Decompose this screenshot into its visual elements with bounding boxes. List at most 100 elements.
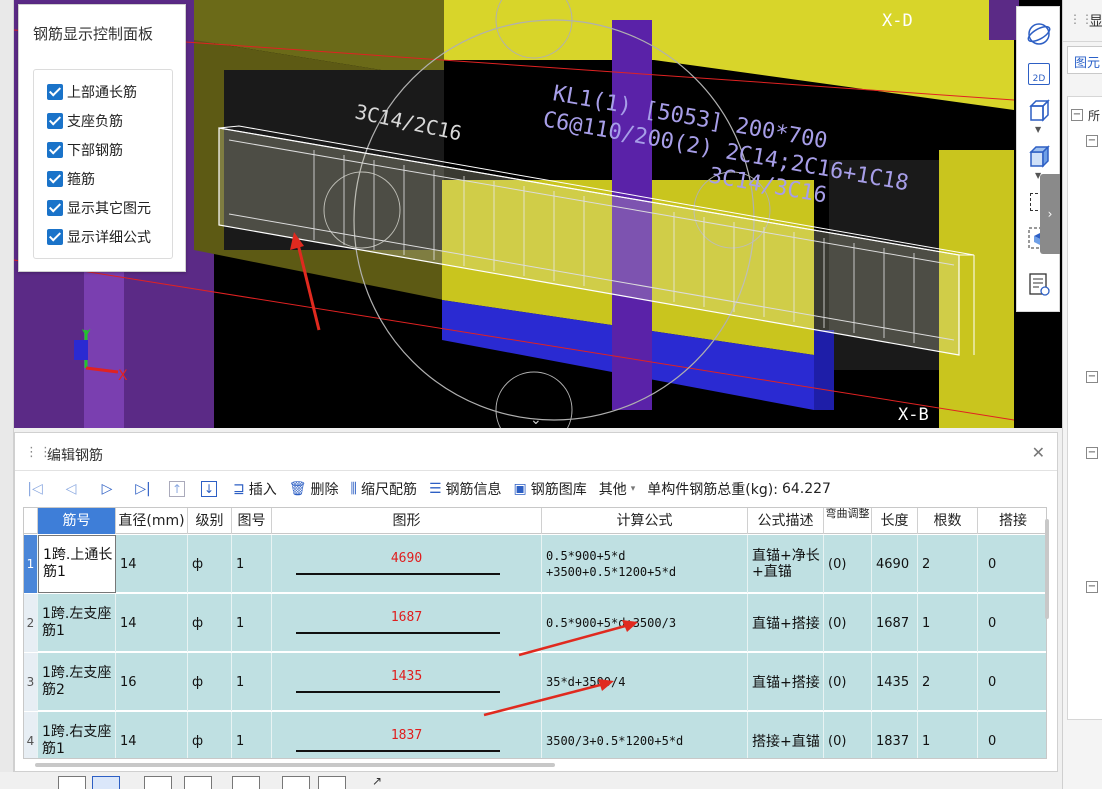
col-header-grade[interactable]: 级别 xyxy=(188,508,232,534)
collapse-panel-button[interactable]: › xyxy=(1040,174,1060,254)
diameter-cell[interactable]: 16 xyxy=(116,653,188,711)
tool-button[interactable] xyxy=(144,776,172,789)
table-row[interactable]: 1 1跨.上通长筋1 14 ф 1 4690 0.5*900+5*d +3500… xyxy=(24,535,1046,593)
collapse-icon[interactable]: − xyxy=(1086,581,1098,593)
fig-no-cell[interactable]: 1 xyxy=(232,653,272,711)
last-record-icon[interactable]: ▷| xyxy=(133,481,153,497)
table-row[interactable]: 2 1跨.左支座筋1 14 ф 1 1687 0.5*900+5*d+3500/… xyxy=(24,594,1046,652)
col-header-formula-desc[interactable]: 公式描述 xyxy=(748,508,824,534)
lap-cell[interactable]: 0 xyxy=(978,712,1046,758)
diameter-cell[interactable]: 14 xyxy=(116,594,188,652)
formula-desc-cell[interactable]: 直锚+搭接 xyxy=(748,594,824,652)
tool-button[interactable] xyxy=(282,776,310,789)
formula-cell[interactable]: 0.5*900+5*d +3500+0.5*1200+5*d xyxy=(542,535,748,593)
col-header-lap[interactable]: 搭接 xyxy=(978,508,1046,534)
bar-name-cell[interactable]: 1跨.左支座筋1 xyxy=(38,594,116,652)
chevron-down-icon[interactable]: ⌄ xyxy=(530,412,542,428)
rebar-info-button[interactable]: ☰ 钢筋信息 xyxy=(429,479,502,499)
formula-desc-cell[interactable]: 搭接+直锚 xyxy=(748,712,824,758)
formula-cell[interactable]: 0.5*900+5*d+3500/3 xyxy=(542,594,748,652)
rebar-library-button[interactable]: ▣ 钢筋图库 xyxy=(514,479,587,499)
option-top-continuous[interactable]: 上部通长筋 xyxy=(47,82,137,102)
expand-icon[interactable]: ↗ xyxy=(372,774,382,788)
grade-cell[interactable]: ф xyxy=(188,594,232,652)
fig-no-cell[interactable]: 1 xyxy=(232,535,272,593)
formula-cell[interactable]: 3500/3+0.5*1200+5*d xyxy=(542,712,748,758)
diameter-cell[interactable]: 14 xyxy=(116,535,188,593)
option-show-formula[interactable]: 显示详细公式 xyxy=(47,227,151,247)
formula-desc-cell[interactable]: 直锚+净长+直锚 xyxy=(748,535,824,593)
vertical-scrollbar[interactable] xyxy=(1045,519,1049,619)
horizontal-scrollbar[interactable] xyxy=(35,763,555,767)
tool-button[interactable] xyxy=(58,776,86,789)
tab-elements[interactable]: 图元 xyxy=(1067,46,1102,74)
lap-cell[interactable]: 0 xyxy=(978,594,1046,652)
col-header-shape[interactable]: 图形 xyxy=(272,508,542,534)
length-cell[interactable]: 1435 xyxy=(872,653,918,711)
diameter-cell[interactable]: 14 xyxy=(116,712,188,758)
tool-button[interactable] xyxy=(184,776,212,789)
formula-cell[interactable]: 35*d+3500/4 xyxy=(542,653,748,711)
checkbox-checked-icon[interactable] xyxy=(47,229,63,245)
length-cell[interactable]: 1837 xyxy=(872,712,918,758)
formula-desc-cell[interactable]: 直锚+搭接 xyxy=(748,653,824,711)
option-support-negative[interactable]: 支座负筋 xyxy=(47,111,123,131)
list-view-icon[interactable] xyxy=(1024,269,1054,299)
first-record-icon[interactable]: |◁ xyxy=(25,481,45,497)
table-row[interactable]: 4 1跨.右支座筋1 14 ф 1 1837 3500/3+0.5*1200+5… xyxy=(24,712,1046,758)
checkbox-checked-icon[interactable] xyxy=(47,200,63,216)
table-row[interactable]: 3 1跨.左支座筋2 16 ф 1 1435 35*d+3500/4 直锚+搭接… xyxy=(24,653,1046,711)
checkbox-checked-icon[interactable] xyxy=(47,84,63,100)
shape-cell[interactable]: 1687 xyxy=(272,594,542,652)
other-menu-button[interactable]: 其他 ▾ xyxy=(599,479,636,499)
collapse-icon[interactable]: − xyxy=(1071,109,1083,121)
solid-box-icon[interactable] xyxy=(1024,141,1054,171)
bar-name-cell[interactable]: 1跨.左支座筋2 xyxy=(38,653,116,711)
col-header-bend-adjust[interactable]: 弯曲调整 xyxy=(824,508,872,534)
tool-button[interactable] xyxy=(232,776,260,789)
shape-cell[interactable]: 1435 xyxy=(272,653,542,711)
count-cell[interactable]: 2 xyxy=(918,653,978,711)
count-cell[interactable]: 1 xyxy=(918,712,978,758)
count-cell[interactable]: 1 xyxy=(918,594,978,652)
grade-cell[interactable]: ф xyxy=(188,712,232,758)
next-record-icon[interactable]: ▷ xyxy=(97,481,117,497)
element-tree[interactable]: − 所 − − − − xyxy=(1067,96,1102,720)
col-header-diameter[interactable]: 直径(mm) xyxy=(116,508,188,534)
move-up-icon[interactable]: ↑ xyxy=(169,481,185,497)
2d-view-icon[interactable]: 2D xyxy=(1024,59,1054,89)
bar-name-cell[interactable]: 1跨.上通长筋1 xyxy=(38,535,116,593)
shape-cell[interactable]: 1837 xyxy=(272,712,542,758)
length-cell[interactable]: 1687 xyxy=(872,594,918,652)
scale-config-button[interactable]: ⫼ 缩尺配筋 xyxy=(351,479,417,499)
col-header-count[interactable]: 根数 xyxy=(918,508,978,534)
option-show-other[interactable]: 显示其它图元 xyxy=(47,198,151,218)
option-stirrup[interactable]: 箍筋 xyxy=(47,169,95,189)
col-header-formula[interactable]: 计算公式 xyxy=(542,508,748,534)
bend-adjust-cell[interactable]: (0) xyxy=(824,712,872,758)
length-cell[interactable]: 4690 xyxy=(872,535,918,593)
collapse-icon[interactable]: − xyxy=(1086,447,1098,459)
grade-cell[interactable]: ф xyxy=(188,535,232,593)
delete-button[interactable]: 🗑 删除 xyxy=(289,479,339,499)
collapse-icon[interactable]: − xyxy=(1086,135,1098,147)
dropdown-arrow-icon[interactable]: ▼ xyxy=(1035,125,1041,134)
collapse-icon[interactable]: − xyxy=(1086,371,1098,383)
col-header-length[interactable]: 长度 xyxy=(872,508,918,534)
rebar-table[interactable]: 筋号 直径(mm) 级别 图号 图形 计算公式 公式描述 弯曲调整 长度 根数 … xyxy=(23,507,1047,759)
bar-name-cell[interactable]: 1跨.右支座筋1 xyxy=(38,712,116,758)
orbit-icon[interactable] xyxy=(1024,19,1054,49)
prev-record-icon[interactable]: ◁ xyxy=(61,481,81,497)
col-header-bar-no[interactable]: 筋号 xyxy=(38,508,116,534)
lap-cell[interactable]: 0 xyxy=(978,653,1046,711)
tool-button[interactable] xyxy=(318,776,346,789)
grade-cell[interactable]: ф xyxy=(188,653,232,711)
insert-button[interactable]: ⊒ 插入 xyxy=(233,479,277,499)
shape-cell[interactable]: 4690 xyxy=(272,535,542,593)
fig-no-cell[interactable]: 1 xyxy=(232,712,272,758)
move-down-icon[interactable]: ↓ xyxy=(201,481,217,497)
checkbox-checked-icon[interactable] xyxy=(47,142,63,158)
checkbox-checked-icon[interactable] xyxy=(47,113,63,129)
lap-cell[interactable]: 0 xyxy=(978,535,1046,593)
3d-box-icon[interactable] xyxy=(1024,95,1054,125)
